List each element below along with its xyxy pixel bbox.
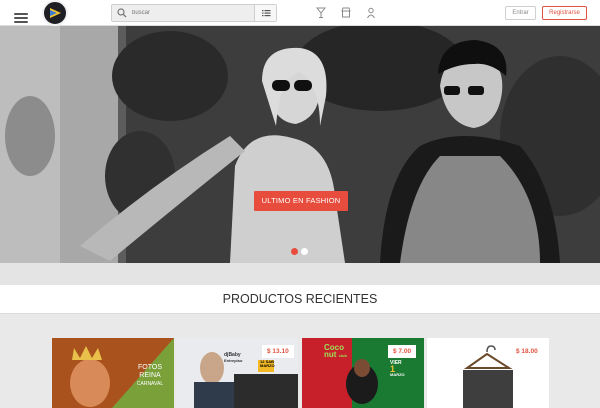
divider-strip (0, 263, 600, 285)
product-date-text: VIER 1 MARZO (390, 360, 405, 377)
cocktail-icon[interactable] (316, 7, 326, 19)
register-button[interactable]: Registrarse (542, 6, 587, 20)
product-date-text: 12 SAB MARZO (260, 359, 275, 368)
hamburger-menu-icon[interactable] (14, 13, 28, 23)
search-icon[interactable] (117, 8, 127, 18)
site-logo[interactable] (42, 0, 68, 26)
list-view-button[interactable] (254, 5, 276, 21)
product-card[interactable]: Coco nut club VIER 1 MARZO $ 7.00 (302, 338, 424, 408)
search-box (111, 4, 277, 22)
user-icon[interactable] (366, 7, 376, 19)
list-icon (262, 10, 271, 17)
product-price: $ 18.00 (511, 345, 543, 358)
section-title: PRODUCTOS RECIENTES (222, 292, 378, 306)
product-poster-text: Coco nut club (324, 343, 347, 359)
search-input[interactable] (132, 6, 250, 20)
product-card[interactable]: djBaby Entrepiso 12 SAB MARZO $ 13.10 (176, 338, 298, 408)
product-card[interactable]: FOTOS REINA CARNAVAL (52, 338, 174, 408)
hero-cta-button[interactable]: ULTIMO EN FASHION (254, 191, 348, 211)
recent-products-header: PRODUCTOS RECIENTES (0, 285, 600, 314)
hero-carousel[interactable]: ULTIMO EN FASHION (0, 26, 600, 263)
login-button[interactable]: Entrar (505, 6, 536, 20)
product-poster-text: djBaby Entrepiso (224, 352, 243, 363)
carousel-dot-2[interactable] (301, 248, 308, 255)
product-price: $ 13.10 (262, 345, 294, 358)
product-poster-text: FOTOS REINA CARNAVAL (136, 364, 164, 387)
top-navbar: Entrar Registrarse (0, 0, 600, 26)
store-icon[interactable] (341, 7, 351, 19)
product-card[interactable]: $ 18.00 (427, 338, 549, 408)
product-price: $ 7.00 (388, 345, 417, 358)
carousel-dot-1[interactable] (291, 248, 298, 255)
products-grid: FOTOS REINA CARNAVAL djBaby Entrepiso 12… (0, 315, 600, 408)
hero-photo (0, 26, 600, 263)
